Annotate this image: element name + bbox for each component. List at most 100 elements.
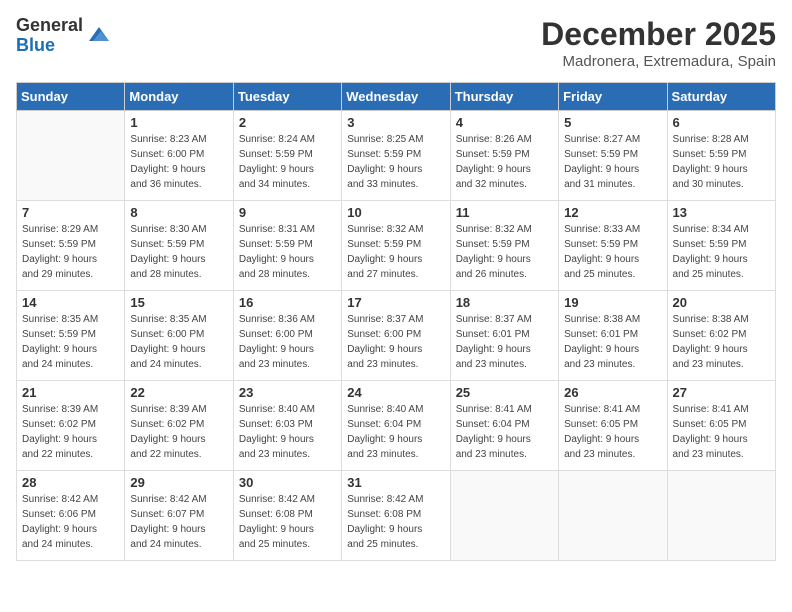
- day-number: 30: [239, 475, 336, 490]
- day-number: 28: [22, 475, 119, 490]
- day-number: 20: [673, 295, 770, 310]
- calendar-cell: 1 Sunrise: 8:23 AMSunset: 6:00 PMDaylight…: [125, 111, 233, 201]
- day-info: Sunrise: 8:40 AMSunset: 6:04 PMDaylight:…: [347, 402, 444, 462]
- calendar-cell: [17, 111, 125, 201]
- day-info: Sunrise: 8:37 AMSunset: 6:00 PMDaylight:…: [347, 312, 444, 372]
- day-info: Sunrise: 8:36 AMSunset: 6:00 PMDaylight:…: [239, 312, 336, 372]
- day-number: 29: [130, 475, 227, 490]
- calendar-cell: [450, 471, 558, 561]
- weekday-header: Wednesday: [342, 83, 450, 111]
- calendar-cell: 13 Sunrise: 8:34 AMSunset: 5:59 PMDayligh…: [667, 201, 775, 291]
- day-number: 18: [456, 295, 553, 310]
- calendar-cell: 27Sunrise: 8:41 AMSunset: 6:05 PMDayligh…: [667, 381, 775, 471]
- day-number: 31: [347, 475, 444, 490]
- day-info: Sunrise: 8:33 AMSunset: 5:59 PMDaylight:…: [564, 222, 661, 282]
- calendar-cell: 23 Sunrise: 8:40 AMSunset: 6:03 PMDayligh…: [233, 381, 341, 471]
- calendar-cell: 11Sunrise: 8:32 AMSunset: 5:59 PMDayligh…: [450, 201, 558, 291]
- day-number: 13: [673, 205, 770, 220]
- main-title: December 2025: [541, 16, 776, 53]
- day-number: 22: [130, 385, 227, 400]
- day-number: 4: [456, 115, 553, 130]
- calendar-cell: 30 Sunrise: 8:42 AMSunset: 6:08 PMDayligh…: [233, 471, 341, 561]
- day-info: Sunrise: 8:29 AMSunset: 5:59 PMDaylight:…: [22, 222, 119, 282]
- day-info: Sunrise: 8:42 AMSunset: 6:06 PMDaylight:…: [22, 492, 119, 552]
- weekday-header: Monday: [125, 83, 233, 111]
- calendar-cell: 9 Sunrise: 8:31 AMSunset: 5:59 PMDaylight…: [233, 201, 341, 291]
- weekday-header: Saturday: [667, 83, 775, 111]
- day-number: 9: [239, 205, 336, 220]
- day-info: Sunrise: 8:38 AMSunset: 6:01 PMDaylight:…: [564, 312, 661, 372]
- calendar-cell: 19 Sunrise: 8:38 AMSunset: 6:01 PMDayligh…: [559, 291, 667, 381]
- day-number: 26: [564, 385, 661, 400]
- calendar-week-row: 14 Sunrise: 8:35 AMSunset: 5:59 PMDayligh…: [17, 291, 776, 381]
- calendar-week-row: 28 Sunrise: 8:42 AMSunset: 6:06 PMDayligh…: [17, 471, 776, 561]
- calendar-cell: 25 Sunrise: 8:41 AMSunset: 6:04 PMDayligh…: [450, 381, 558, 471]
- day-number: 1: [130, 115, 227, 130]
- day-info: Sunrise: 8:39 AMSunset: 6:02 PMDaylight:…: [22, 402, 119, 462]
- calendar-cell: 12Sunrise: 8:33 AMSunset: 5:59 PMDayligh…: [559, 201, 667, 291]
- day-number: 21: [22, 385, 119, 400]
- calendar-cell: 31 Sunrise: 8:42 AMSunset: 6:08 PMDayligh…: [342, 471, 450, 561]
- day-info: Sunrise: 8:30 AMSunset: 5:59 PMDaylight:…: [130, 222, 227, 282]
- calendar-cell: 15 Sunrise: 8:35 AMSunset: 6:00 PMDayligh…: [125, 291, 233, 381]
- day-number: 6: [673, 115, 770, 130]
- title-section: December 2025 Madronera, Extremadura, Sp…: [541, 16, 776, 70]
- day-info: Sunrise: 8:32 AMSunset: 5:59 PMDaylight:…: [347, 222, 444, 282]
- calendar-cell: 5 Sunrise: 8:27 AMSunset: 5:59 PMDaylight…: [559, 111, 667, 201]
- day-number: 25: [456, 385, 553, 400]
- day-number: 27: [673, 385, 770, 400]
- day-info: Sunrise: 8:27 AMSunset: 5:59 PMDaylight:…: [564, 132, 661, 192]
- calendar-cell: [667, 471, 775, 561]
- calendar-cell: 26Sunrise: 8:41 AMSunset: 6:05 PMDayligh…: [559, 381, 667, 471]
- day-info: Sunrise: 8:26 AMSunset: 5:59 PMDaylight:…: [456, 132, 553, 192]
- calendar-cell: 7 Sunrise: 8:29 AMSunset: 5:59 PMDaylight…: [17, 201, 125, 291]
- day-number: 10: [347, 205, 444, 220]
- day-number: 11: [456, 205, 553, 220]
- calendar-cell: 17Sunrise: 8:37 AMSunset: 6:00 PMDayligh…: [342, 291, 450, 381]
- day-number: 5: [564, 115, 661, 130]
- day-info: Sunrise: 8:40 AMSunset: 6:03 PMDaylight:…: [239, 402, 336, 462]
- day-number: 23: [239, 385, 336, 400]
- calendar-cell: 6 Sunrise: 8:28 AMSunset: 5:59 PMDaylight…: [667, 111, 775, 201]
- day-info: Sunrise: 8:42 AMSunset: 6:07 PMDaylight:…: [130, 492, 227, 552]
- calendar-week-row: 1 Sunrise: 8:23 AMSunset: 6:00 PMDaylight…: [17, 111, 776, 201]
- day-info: Sunrise: 8:41 AMSunset: 6:04 PMDaylight:…: [456, 402, 553, 462]
- calendar-cell: 22 Sunrise: 8:39 AMSunset: 6:02 PMDayligh…: [125, 381, 233, 471]
- day-number: 14: [22, 295, 119, 310]
- day-info: Sunrise: 8:42 AMSunset: 6:08 PMDaylight:…: [239, 492, 336, 552]
- day-info: Sunrise: 8:35 AMSunset: 5:59 PMDaylight:…: [22, 312, 119, 372]
- calendar-cell: 21 Sunrise: 8:39 AMSunset: 6:02 PMDayligh…: [17, 381, 125, 471]
- day-number: 2: [239, 115, 336, 130]
- subtitle: Madronera, Extremadura, Spain: [541, 53, 776, 70]
- day-number: 16: [239, 295, 336, 310]
- logo: General Blue: [16, 16, 111, 56]
- calendar-cell: 10 Sunrise: 8:32 AMSunset: 5:59 PMDayligh…: [342, 201, 450, 291]
- logo-general-text: General: [16, 16, 83, 36]
- day-info: Sunrise: 8:31 AMSunset: 5:59 PMDaylight:…: [239, 222, 336, 282]
- day-number: 19: [564, 295, 661, 310]
- day-info: Sunrise: 8:25 AMSunset: 5:59 PMDaylight:…: [347, 132, 444, 192]
- calendar-cell: 14 Sunrise: 8:35 AMSunset: 5:59 PMDayligh…: [17, 291, 125, 381]
- day-number: 15: [130, 295, 227, 310]
- day-number: 8: [130, 205, 227, 220]
- day-number: 7: [22, 205, 119, 220]
- page-header: General Blue December 2025 Madronera, Ex…: [16, 16, 776, 70]
- day-info: Sunrise: 8:28 AMSunset: 5:59 PMDaylight:…: [673, 132, 770, 192]
- day-info: Sunrise: 8:23 AMSunset: 6:00 PMDaylight:…: [130, 132, 227, 192]
- calendar-cell: 20Sunrise: 8:38 AMSunset: 6:02 PMDayligh…: [667, 291, 775, 381]
- day-info: Sunrise: 8:42 AMSunset: 6:08 PMDaylight:…: [347, 492, 444, 552]
- day-info: Sunrise: 8:35 AMSunset: 6:00 PMDaylight:…: [130, 312, 227, 372]
- calendar-cell: 3 Sunrise: 8:25 AMSunset: 5:59 PMDaylight…: [342, 111, 450, 201]
- weekday-header: Thursday: [450, 83, 558, 111]
- day-number: 3: [347, 115, 444, 130]
- day-info: Sunrise: 8:34 AMSunset: 5:59 PMDaylight:…: [673, 222, 770, 282]
- day-info: Sunrise: 8:39 AMSunset: 6:02 PMDaylight:…: [130, 402, 227, 462]
- calendar-table: SundayMondayTuesdayWednesdayThursdayFrid…: [16, 82, 776, 561]
- weekday-header: Tuesday: [233, 83, 341, 111]
- calendar-week-row: 21 Sunrise: 8:39 AMSunset: 6:02 PMDayligh…: [17, 381, 776, 471]
- calendar-header-row: SundayMondayTuesdayWednesdayThursdayFrid…: [17, 83, 776, 111]
- calendar-cell: 24Sunrise: 8:40 AMSunset: 6:04 PMDayligh…: [342, 381, 450, 471]
- weekday-header: Friday: [559, 83, 667, 111]
- calendar-cell: 16 Sunrise: 8:36 AMSunset: 6:00 PMDayligh…: [233, 291, 341, 381]
- calendar-cell: 28 Sunrise: 8:42 AMSunset: 6:06 PMDayligh…: [17, 471, 125, 561]
